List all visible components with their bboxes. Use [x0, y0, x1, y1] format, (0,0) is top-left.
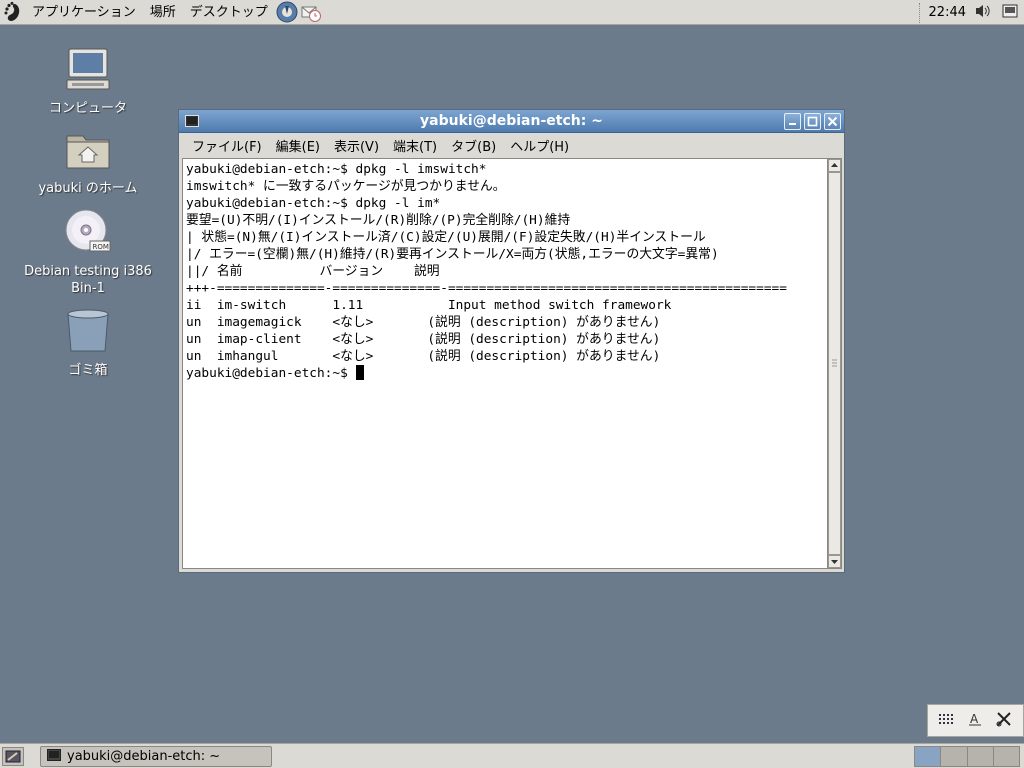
menu-edit[interactable]: 編集(E): [269, 136, 327, 155]
input-method-panel: A: [927, 704, 1024, 737]
menu-tabs[interactable]: タブ(B): [444, 136, 503, 155]
terminal-line: un imhangul <なし> (説明 (description) がありませ…: [186, 349, 661, 364]
clock[interactable]: 22:44: [925, 5, 970, 20]
menu-help[interactable]: ヘルプ(H): [503, 136, 576, 155]
workspace-1[interactable]: [915, 747, 942, 766]
maximize-button[interactable]: [804, 113, 821, 130]
panel-separator: [918, 2, 921, 23]
terminal-output[interactable]: yabuki@debian-etch:~$ dpkg -l imswitch* i…: [182, 158, 828, 569]
svg-text:ROM: ROM: [93, 243, 109, 251]
scrollbar-thumb[interactable]: [828, 172, 841, 555]
terminal-line: un imap-client <なし> (説明 (description) があ…: [186, 332, 661, 347]
keyboard-icon[interactable]: [938, 712, 956, 730]
top-panel: アプリケーション 場所 デスクトップ 22:44: [0, 0, 1024, 25]
terminal-prompt: yabuki@debian-etch:~$: [186, 366, 356, 381]
menu-view[interactable]: 表示(V): [327, 136, 386, 155]
show-desktop-icon[interactable]: [998, 4, 1024, 22]
scroll-up-arrow[interactable]: [828, 159, 841, 172]
menubar: ファイル(F) 編集(E) 表示(V) 端末(T) タブ(B) ヘルプ(H): [179, 133, 844, 157]
window-title: yabuki@debian-etch: ~: [420, 112, 603, 129]
trash-icon: [23, 308, 153, 358]
menu-terminal[interactable]: 端末(T): [386, 136, 444, 155]
terminal-line: |/ エラー=(空欄)無/(H)維持/(R)要再インストール/X=両方(状態,エ…: [186, 247, 719, 262]
home-folder-icon: [23, 128, 153, 176]
titlebar[interactable]: yabuki@debian-etch: ~: [179, 110, 844, 133]
desktop-icon-trash[interactable]: ゴミ箱: [23, 308, 153, 379]
terminal-line: +++-==============-==============-======…: [186, 281, 787, 296]
top-panel-tray: 22:44: [915, 0, 1024, 25]
desktop-icon-label: コンピュータ: [48, 101, 127, 116]
taskbar-button-label: yabuki@debian-etch: ~: [67, 749, 221, 764]
terminal-line: 要望=(U)不明/(I)インストール/(R)削除/(P)完全削除/(H)維持: [186, 213, 571, 228]
menu-places[interactable]: 場所: [143, 0, 183, 25]
workspace-2[interactable]: [941, 747, 968, 766]
mail-clock-icon[interactable]: [300, 1, 322, 23]
terminal-line: ||/ 名前 バージョン 説明: [186, 264, 440, 279]
workspace-switcher[interactable]: [914, 746, 1020, 767]
scroll-down-arrow[interactable]: [828, 555, 841, 568]
desktop-icon-label: yabuki のホーム: [38, 181, 138, 196]
help-icon[interactable]: [276, 1, 298, 23]
terminal-line: ii im-switch 1.11 Input method switch fr…: [186, 298, 672, 313]
volume-icon[interactable]: [970, 3, 998, 23]
cdrom-icon: ROM: [23, 209, 153, 259]
gnome-foot-icon[interactable]: [3, 1, 25, 23]
desktop-icon-cdrom[interactable]: ROM Debian testing i386 Bin-1: [23, 209, 153, 297]
computer-icon: [23, 46, 153, 96]
terminal-cursor: [355, 365, 364, 380]
svg-text:A: A: [970, 712, 979, 726]
workspace-4[interactable]: [993, 747, 1019, 766]
workspace-3[interactable]: [967, 747, 994, 766]
desktop-icon-label: Debian testing i386 Bin-1: [24, 264, 152, 296]
menu-desktop[interactable]: デスクトップ: [183, 0, 275, 25]
scrollbar[interactable]: [827, 158, 842, 569]
desktop-icon-home[interactable]: yabuki のホーム: [23, 128, 153, 197]
terminal-window[interactable]: yabuki@debian-etch: ~ ファイル(F) 編集(E) 表示(V…: [178, 109, 845, 573]
terminal-line: yabuki@debian-etch:~$ dpkg -l im*: [186, 196, 441, 211]
show-desktop-button[interactable]: [2, 747, 24, 766]
menu-file[interactable]: ファイル(F): [185, 136, 269, 155]
taskbar-button-terminal[interactable]: yabuki@debian-etch: ~: [40, 746, 272, 767]
desktop-icon-label: ゴミ箱: [68, 363, 108, 378]
minimize-button[interactable]: [784, 113, 801, 130]
close-button[interactable]: [824, 113, 841, 130]
terminal-text: yabuki@debian-etch:~$ dpkg -l imswitch* i…: [183, 159, 827, 382]
desktop-icon-computer[interactable]: コンピュータ: [23, 46, 153, 117]
menu-applications[interactable]: アプリケーション: [25, 0, 143, 25]
input-mode-icon[interactable]: A: [967, 711, 983, 731]
terminal-line: un imagemagick <なし> (説明 (description) があ…: [186, 315, 661, 330]
terminal-line: | 状態=(N)無/(I)インストール済/(C)設定/(U)展開/(F)設定失敗…: [186, 230, 706, 245]
terminal-prompt-line: yabuki@debian-etch:~$: [186, 365, 827, 382]
terminal-line: imswitch* に一致するパッケージが見つかりません。: [186, 179, 506, 194]
terminal-icon: [47, 748, 61, 765]
terminal-line: yabuki@debian-etch:~$ dpkg -l imswitch*: [186, 162, 487, 177]
bottom-panel: yabuki@debian-etch: ~: [0, 743, 1024, 768]
tools-icon[interactable]: [995, 710, 1013, 732]
